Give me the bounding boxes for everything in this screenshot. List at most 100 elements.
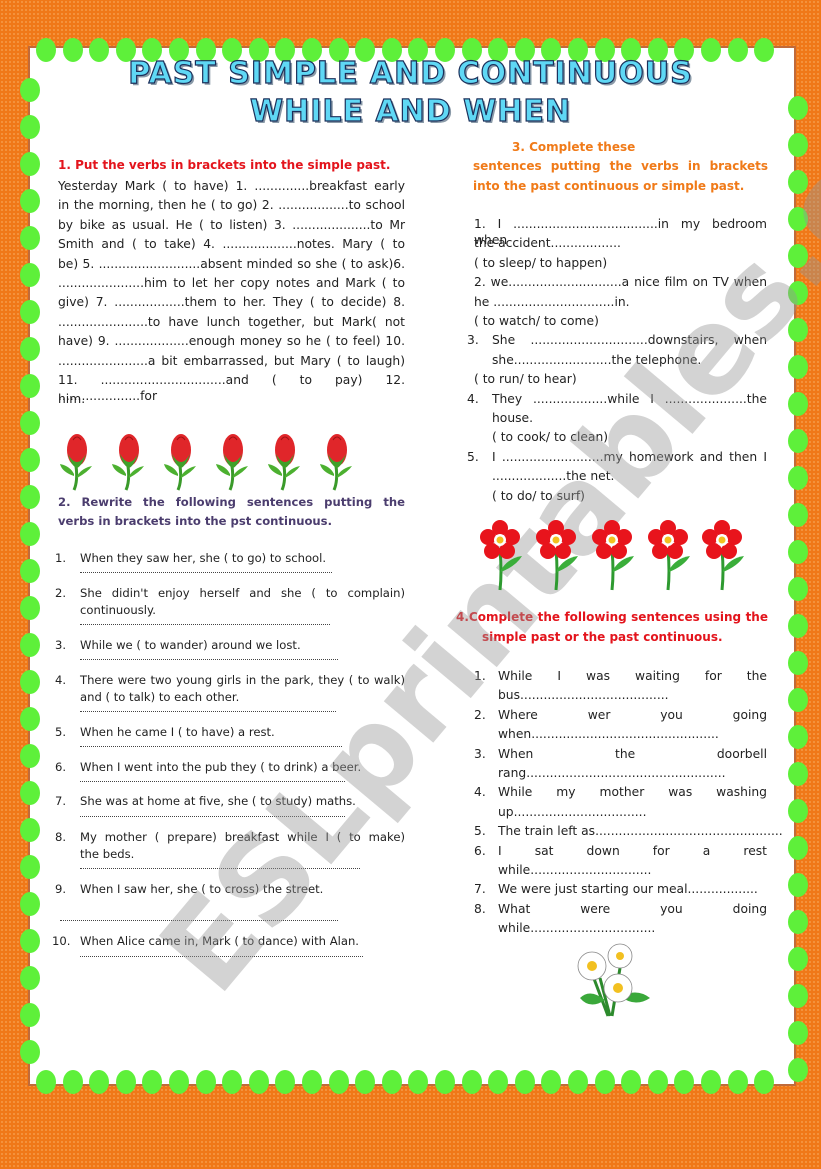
border-dot	[20, 855, 40, 879]
section3-heading: sentences putting the verbs in brackets	[473, 159, 768, 173]
border-dot	[89, 1070, 110, 1094]
answer-line[interactable]	[80, 624, 330, 625]
border-dot	[788, 651, 808, 675]
border-dot	[20, 522, 40, 546]
section1-line: by bike as usual. He ( to listen) 3. ...…	[58, 217, 405, 232]
section1-line: in the morning, then he ( to go) 2. ....…	[58, 198, 405, 213]
item-text: continuously.	[80, 603, 156, 617]
border-dot	[488, 1070, 509, 1094]
daisy-bouquet-icon	[577, 943, 650, 1017]
border-dot	[20, 152, 40, 176]
border-dot	[20, 744, 40, 768]
item-text: When the doorbell	[498, 746, 767, 761]
border-dot	[514, 1070, 535, 1094]
item-number: 4.	[55, 673, 67, 687]
border-dot	[169, 1070, 189, 1094]
border-dot	[701, 1070, 721, 1094]
border-dot	[788, 577, 808, 601]
item-hint: ( to run/ to hear)	[474, 372, 577, 387]
item-number: 10.	[52, 934, 71, 948]
border-dot	[275, 1070, 296, 1094]
border-dot	[788, 392, 808, 416]
item-text: when....................................…	[498, 727, 719, 742]
section1-line: ......................him to let her cop…	[58, 276, 405, 290]
border-dot	[20, 818, 40, 842]
border-dot	[142, 1070, 163, 1094]
border-dot	[328, 1070, 349, 1094]
section1-line: Smith and ( to take) 4. ................…	[58, 237, 405, 252]
red-flower-icons	[480, 520, 746, 592]
border-dot	[788, 429, 808, 453]
border-dot	[788, 836, 808, 860]
border-dot	[20, 892, 40, 916]
answer-line[interactable]	[80, 659, 338, 660]
border-dot	[222, 1070, 243, 1094]
section2-heading: verbs in brackets into the pst continuou…	[58, 514, 332, 528]
item-text: She didin't enjoy herself and she ( to c…	[80, 586, 405, 600]
border-dot	[568, 1070, 588, 1094]
border-dot	[788, 1058, 808, 1082]
section1-line: .......................to have lunch tog…	[58, 314, 405, 329]
item-text: Where wer you going	[498, 707, 767, 722]
border-dot	[788, 799, 808, 823]
item-text: rang....................................…	[498, 766, 726, 780]
item-number: 6.	[474, 843, 486, 858]
border-dot	[788, 762, 808, 786]
section2-heading: 2. Rewrite the following sentences putti…	[58, 495, 405, 509]
border-dot	[248, 1070, 269, 1094]
answer-line[interactable]	[80, 711, 336, 712]
border-dot	[727, 1070, 748, 1094]
item-number: 8.	[474, 901, 486, 916]
item-text: while...............................	[498, 863, 652, 877]
border-dot	[20, 300, 40, 324]
border-dot	[20, 966, 40, 990]
border-dot	[647, 1070, 668, 1094]
item-number: 5.	[474, 824, 486, 839]
border-dot	[355, 1070, 376, 1094]
border-dot	[621, 1070, 642, 1094]
border-dot	[20, 929, 40, 953]
border-dot	[36, 1070, 56, 1094]
border-dot	[788, 503, 808, 527]
border-dot	[20, 411, 40, 435]
border-dot	[20, 189, 40, 213]
border-dot	[20, 781, 40, 805]
section1-line: him.	[58, 392, 86, 407]
item-text: While we ( to wander) around we lost.	[80, 638, 301, 652]
item-hint: ( to sleep/ to happen)	[474, 255, 608, 270]
title-line-1: PAST SIMPLE AND CONTINUOUS	[128, 55, 693, 91]
item-number: 8.	[55, 830, 67, 844]
rose-icons	[60, 432, 354, 492]
item-text: When they saw her, she ( to go) to schoo…	[80, 551, 327, 565]
item-number: 7.	[55, 794, 67, 808]
border-dot	[788, 540, 808, 564]
border-dot	[20, 374, 40, 398]
item-number: 3.	[474, 746, 486, 761]
item-number: 3.	[55, 638, 67, 652]
border-dot	[20, 670, 40, 694]
border-dot	[788, 466, 808, 490]
item-text: bus.....................................…	[498, 688, 669, 703]
item-number: 4.	[474, 785, 486, 800]
answer-line[interactable]	[80, 572, 332, 573]
border-dot	[674, 1070, 695, 1094]
border-dot	[195, 1070, 216, 1094]
border-dot	[788, 873, 808, 897]
section1-heading: 1. Put the verbs in brackets into the si…	[58, 158, 391, 172]
border-dot	[408, 1070, 429, 1094]
item-number: 6.	[55, 760, 67, 774]
item-hint: ( to watch/ to come)	[474, 314, 599, 328]
border-dot	[541, 1070, 562, 1094]
section1-line: Yesterday Mark ( to have) 1. ...........…	[58, 179, 405, 193]
border-dot	[20, 263, 40, 287]
item-number: 9.	[55, 882, 67, 896]
border-dot	[20, 707, 40, 731]
border-dot	[115, 1070, 136, 1094]
border-dot	[20, 1040, 40, 1064]
item-text: What were you doing	[498, 901, 767, 916]
border-dot	[594, 1070, 615, 1094]
border-dot	[788, 947, 808, 971]
item-number: 5.	[467, 449, 479, 464]
border-dot	[20, 337, 40, 361]
border-dot	[788, 688, 808, 712]
